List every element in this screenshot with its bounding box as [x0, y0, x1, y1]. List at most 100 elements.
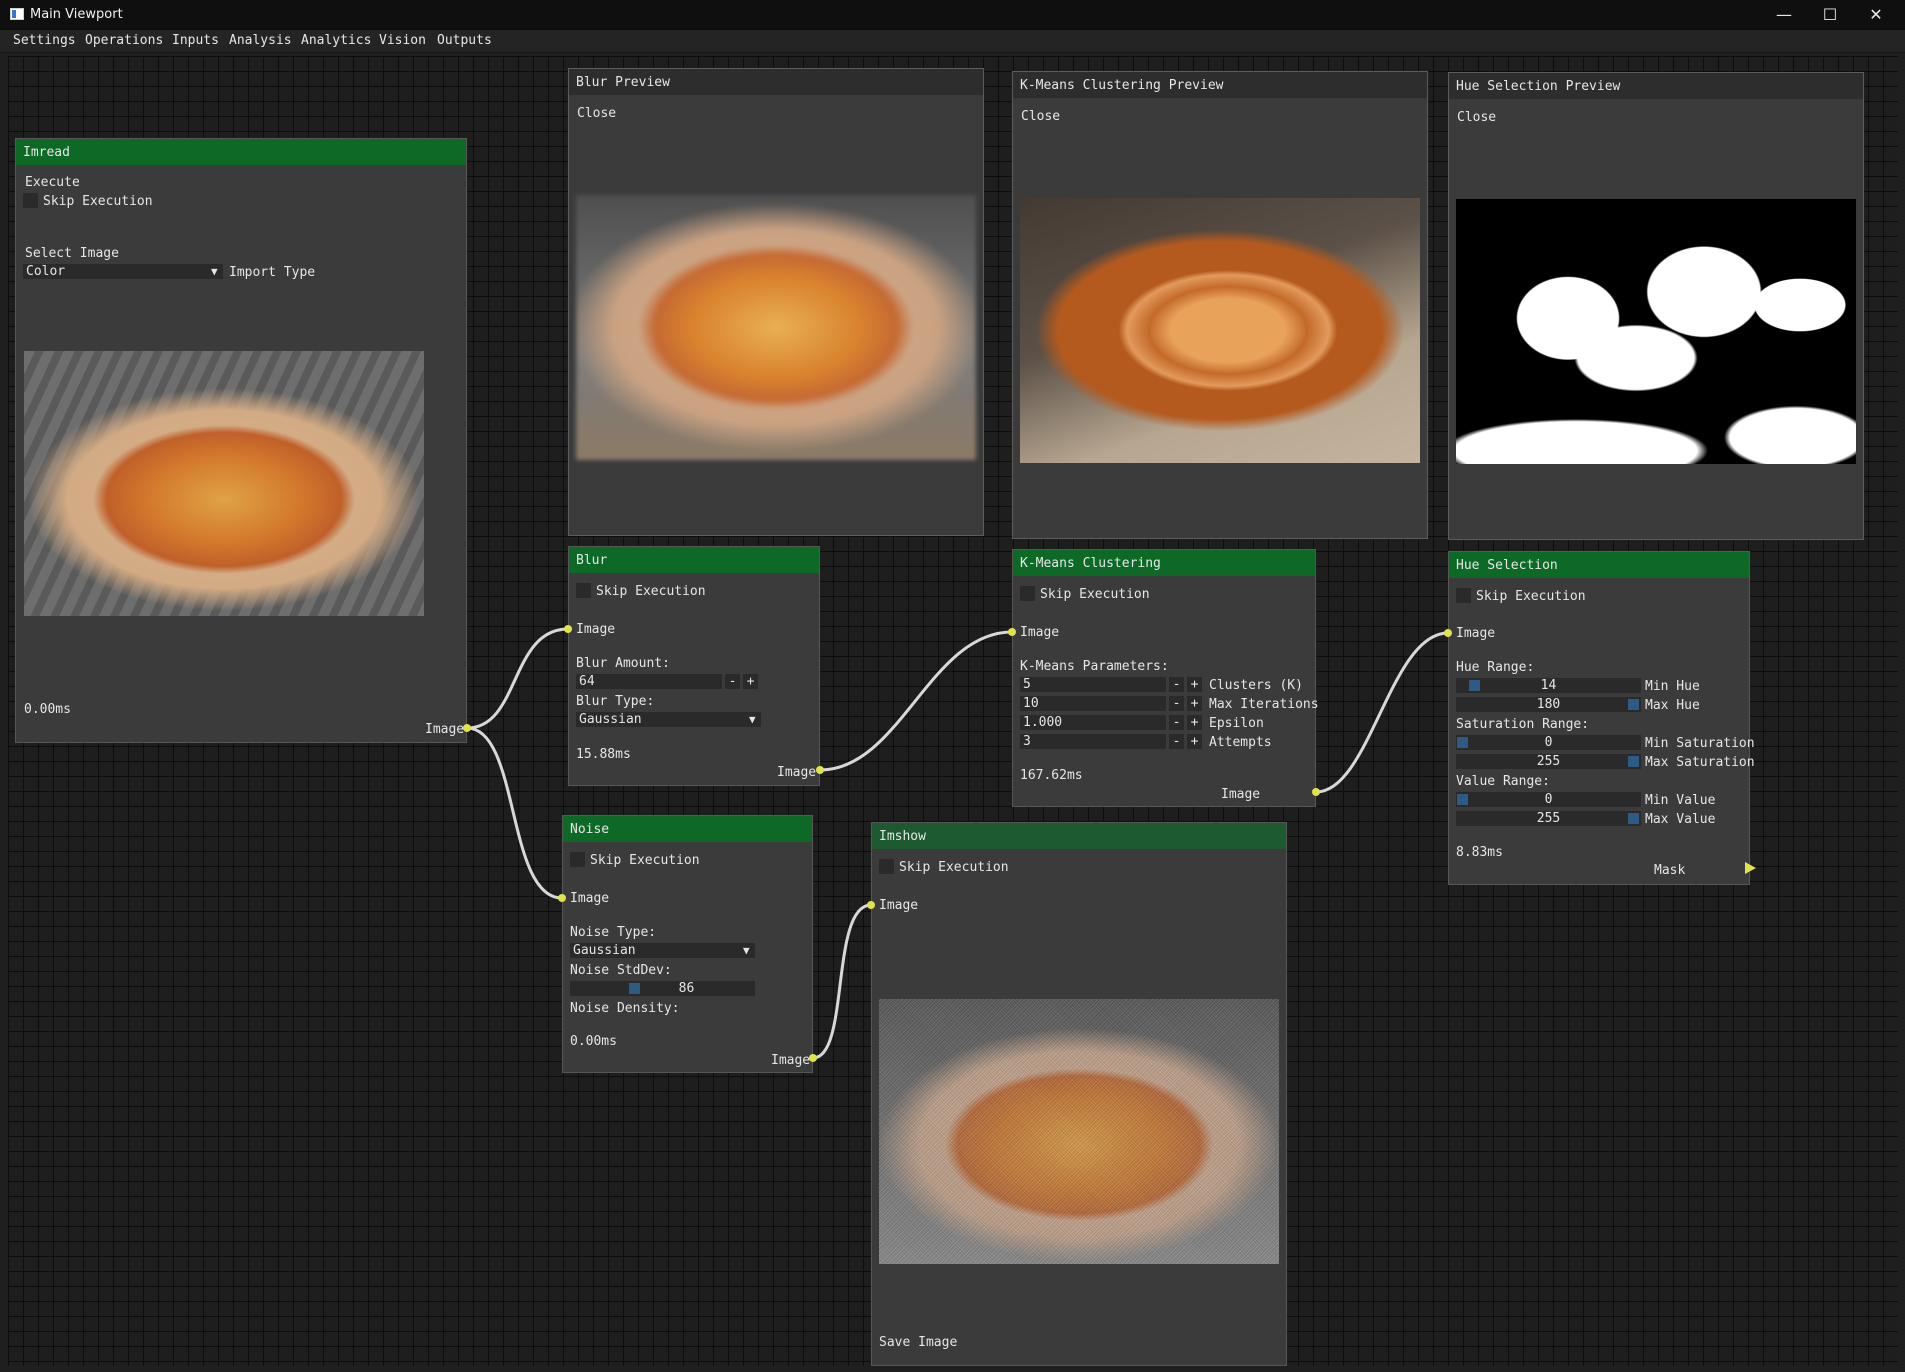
select-image-button[interactable]: Select Image: [25, 246, 119, 261]
kmeans-preview-close-button[interactable]: Close: [1021, 109, 1060, 124]
noise-type-combo[interactable]: Gaussian: [570, 943, 755, 958]
min-saturation-slider-thumb[interactable]: [1457, 737, 1468, 748]
hue-preview-window[interactable]: Hue Selection Preview Close: [1448, 72, 1864, 540]
max-saturation-slider-thumb[interactable]: [1628, 756, 1639, 767]
attempts-increment[interactable]: +: [1187, 734, 1202, 749]
menu-inputs[interactable]: Inputs: [172, 33, 219, 48]
noise-stddev-slider[interactable]: 86: [570, 981, 755, 996]
noise-stddev-value: 86: [678, 981, 695, 996]
imshow-skip-checkbox[interactable]: [879, 859, 894, 874]
kmeans-preview-title: K-Means Clustering Preview: [1020, 78, 1224, 93]
min-hue-slider[interactable]: 14: [1456, 678, 1641, 693]
min-value-slider[interactable]: 0: [1456, 792, 1641, 807]
imread-node[interactable]: Imread Execute Skip Execution Select Ima…: [15, 138, 467, 743]
max-iterations-label: Max Iterations: [1209, 697, 1319, 712]
import-type-combo[interactable]: Color: [23, 264, 223, 279]
kmeans-input-label: Image: [1020, 625, 1060, 640]
menu-vision[interactable]: Vision: [379, 33, 426, 48]
blur-skip-checkbox[interactable]: [576, 583, 591, 598]
maximize-button[interactable]: ☐: [1807, 0, 1853, 30]
noise-output-label: Image: [771, 1053, 811, 1068]
chevron-down-icon[interactable]: ▼: [749, 713, 756, 726]
kmeans-params-label: K-Means Parameters:: [1020, 659, 1169, 674]
max-iterations-input[interactable]: 10: [1020, 696, 1166, 711]
imread-skip-checkbox[interactable]: [23, 193, 38, 208]
noise-output-pin[interactable]: [809, 1054, 817, 1062]
menu-analytics[interactable]: Analytics: [301, 33, 371, 48]
clusters-input[interactable]: 5: [1020, 677, 1166, 692]
blur-node-title: Blur: [576, 553, 608, 568]
max-value-slider-thumb[interactable]: [1628, 813, 1639, 824]
value-range-label: Value Range:: [1456, 774, 1550, 789]
menu-analysis[interactable]: Analysis: [229, 33, 292, 48]
blur-node[interactable]: Blur Skip Execution Image Blur Amount: 6…: [568, 546, 820, 786]
max-saturation-label: Max Saturation: [1645, 755, 1755, 770]
save-image-button[interactable]: Save Image: [879, 1335, 957, 1350]
min-saturation-slider[interactable]: 0: [1456, 735, 1641, 750]
hue-skip-checkbox[interactable]: [1456, 588, 1471, 603]
attempts-decrement[interactable]: -: [1169, 734, 1184, 749]
hue-selection-node[interactable]: Hue Selection Skip Execution Image Hue R…: [1448, 551, 1755, 885]
menu-settings[interactable]: Settings: [13, 33, 76, 48]
menu-operations[interactable]: Operations: [85, 33, 163, 48]
noise-skip-checkbox[interactable]: [570, 852, 585, 867]
kmeans-output-label: Image: [1221, 787, 1261, 802]
saturation-range-label: Saturation Range:: [1456, 717, 1590, 732]
hue-output-label: Mask: [1654, 863, 1686, 878]
blur-amount-increment[interactable]: +: [743, 674, 758, 689]
clusters-decrement[interactable]: -: [1169, 677, 1184, 692]
blur-amount-input[interactable]: 64: [576, 674, 722, 689]
hue-preview-close-button[interactable]: Close: [1457, 110, 1496, 125]
attempts-input[interactable]: 3: [1020, 734, 1166, 749]
menu-outputs[interactable]: Outputs: [437, 33, 492, 48]
kmeans-input-pin[interactable]: [1008, 628, 1016, 636]
blur-input-label: Image: [576, 622, 616, 637]
max-value-slider[interactable]: 255: [1456, 811, 1641, 826]
close-window-button[interactable]: ✕: [1853, 0, 1899, 30]
blur-output-pin[interactable]: [816, 766, 824, 774]
blur-type-combo[interactable]: Gaussian: [576, 712, 761, 727]
min-value-slider-thumb[interactable]: [1457, 794, 1468, 805]
epsilon-increment[interactable]: +: [1187, 715, 1202, 730]
kmeans-preview-window[interactable]: K-Means Clustering Preview Close: [1012, 71, 1428, 539]
imread-output-label: Image: [425, 722, 465, 737]
clusters-increment[interactable]: +: [1187, 677, 1202, 692]
kmeans-output-pin[interactable]: [1312, 788, 1320, 796]
min-hue-slider-thumb[interactable]: [1469, 680, 1480, 691]
blur-preview-window[interactable]: Blur Preview Close: [568, 68, 984, 536]
minimize-button[interactable]: —: [1761, 0, 1807, 30]
noise-node[interactable]: Noise Skip Execution Image Noise Type: G…: [562, 815, 813, 1073]
epsilon-input[interactable]: 1.000: [1020, 715, 1166, 730]
epsilon-decrement[interactable]: -: [1169, 715, 1184, 730]
hue-preview-header[interactable]: Hue Selection Preview: [1449, 73, 1863, 99]
blur-preview-close-button[interactable]: Close: [577, 106, 616, 121]
execute-button[interactable]: Execute: [25, 175, 80, 190]
kmeans-preview-header[interactable]: K-Means Clustering Preview: [1013, 72, 1427, 98]
mask-output-pin-icon[interactable]: [1745, 862, 1756, 874]
noise-node-header[interactable]: Noise: [563, 816, 812, 842]
max-iterations-decrement[interactable]: -: [1169, 696, 1184, 711]
max-saturation-slider[interactable]: 255: [1456, 754, 1641, 769]
blur-preview-header[interactable]: Blur Preview: [569, 69, 983, 95]
max-iterations-increment[interactable]: +: [1187, 696, 1202, 711]
noise-stddev-slider-thumb[interactable]: [629, 983, 640, 994]
chevron-down-icon[interactable]: ▼: [211, 265, 218, 278]
imread-output-pin[interactable]: [463, 724, 471, 732]
max-hue-slider[interactable]: 180: [1456, 697, 1641, 712]
kmeans-skip-checkbox[interactable]: [1020, 586, 1035, 601]
blur-node-header[interactable]: Blur: [569, 547, 819, 573]
hue-node-header[interactable]: Hue Selection: [1449, 552, 1749, 578]
blur-input-pin[interactable]: [564, 625, 572, 633]
max-hue-slider-thumb[interactable]: [1628, 699, 1639, 710]
kmeans-node[interactable]: K-Means Clustering Skip Execution Image …: [1012, 549, 1319, 807]
kmeans-node-header[interactable]: K-Means Clustering: [1013, 550, 1315, 576]
imread-node-header[interactable]: Imread: [16, 139, 466, 165]
blur-amount-decrement[interactable]: -: [725, 674, 740, 689]
imshow-node[interactable]: Imshow Skip Execution Image Save Image: [871, 822, 1287, 1366]
imshow-input-pin[interactable]: [867, 901, 875, 909]
chevron-down-icon[interactable]: ▼: [743, 944, 750, 957]
noise-input-pin[interactable]: [558, 894, 566, 902]
imshow-node-header[interactable]: Imshow: [872, 823, 1286, 849]
hue-input-pin[interactable]: [1444, 629, 1452, 637]
max-saturation-value: 255: [1536, 754, 1561, 769]
